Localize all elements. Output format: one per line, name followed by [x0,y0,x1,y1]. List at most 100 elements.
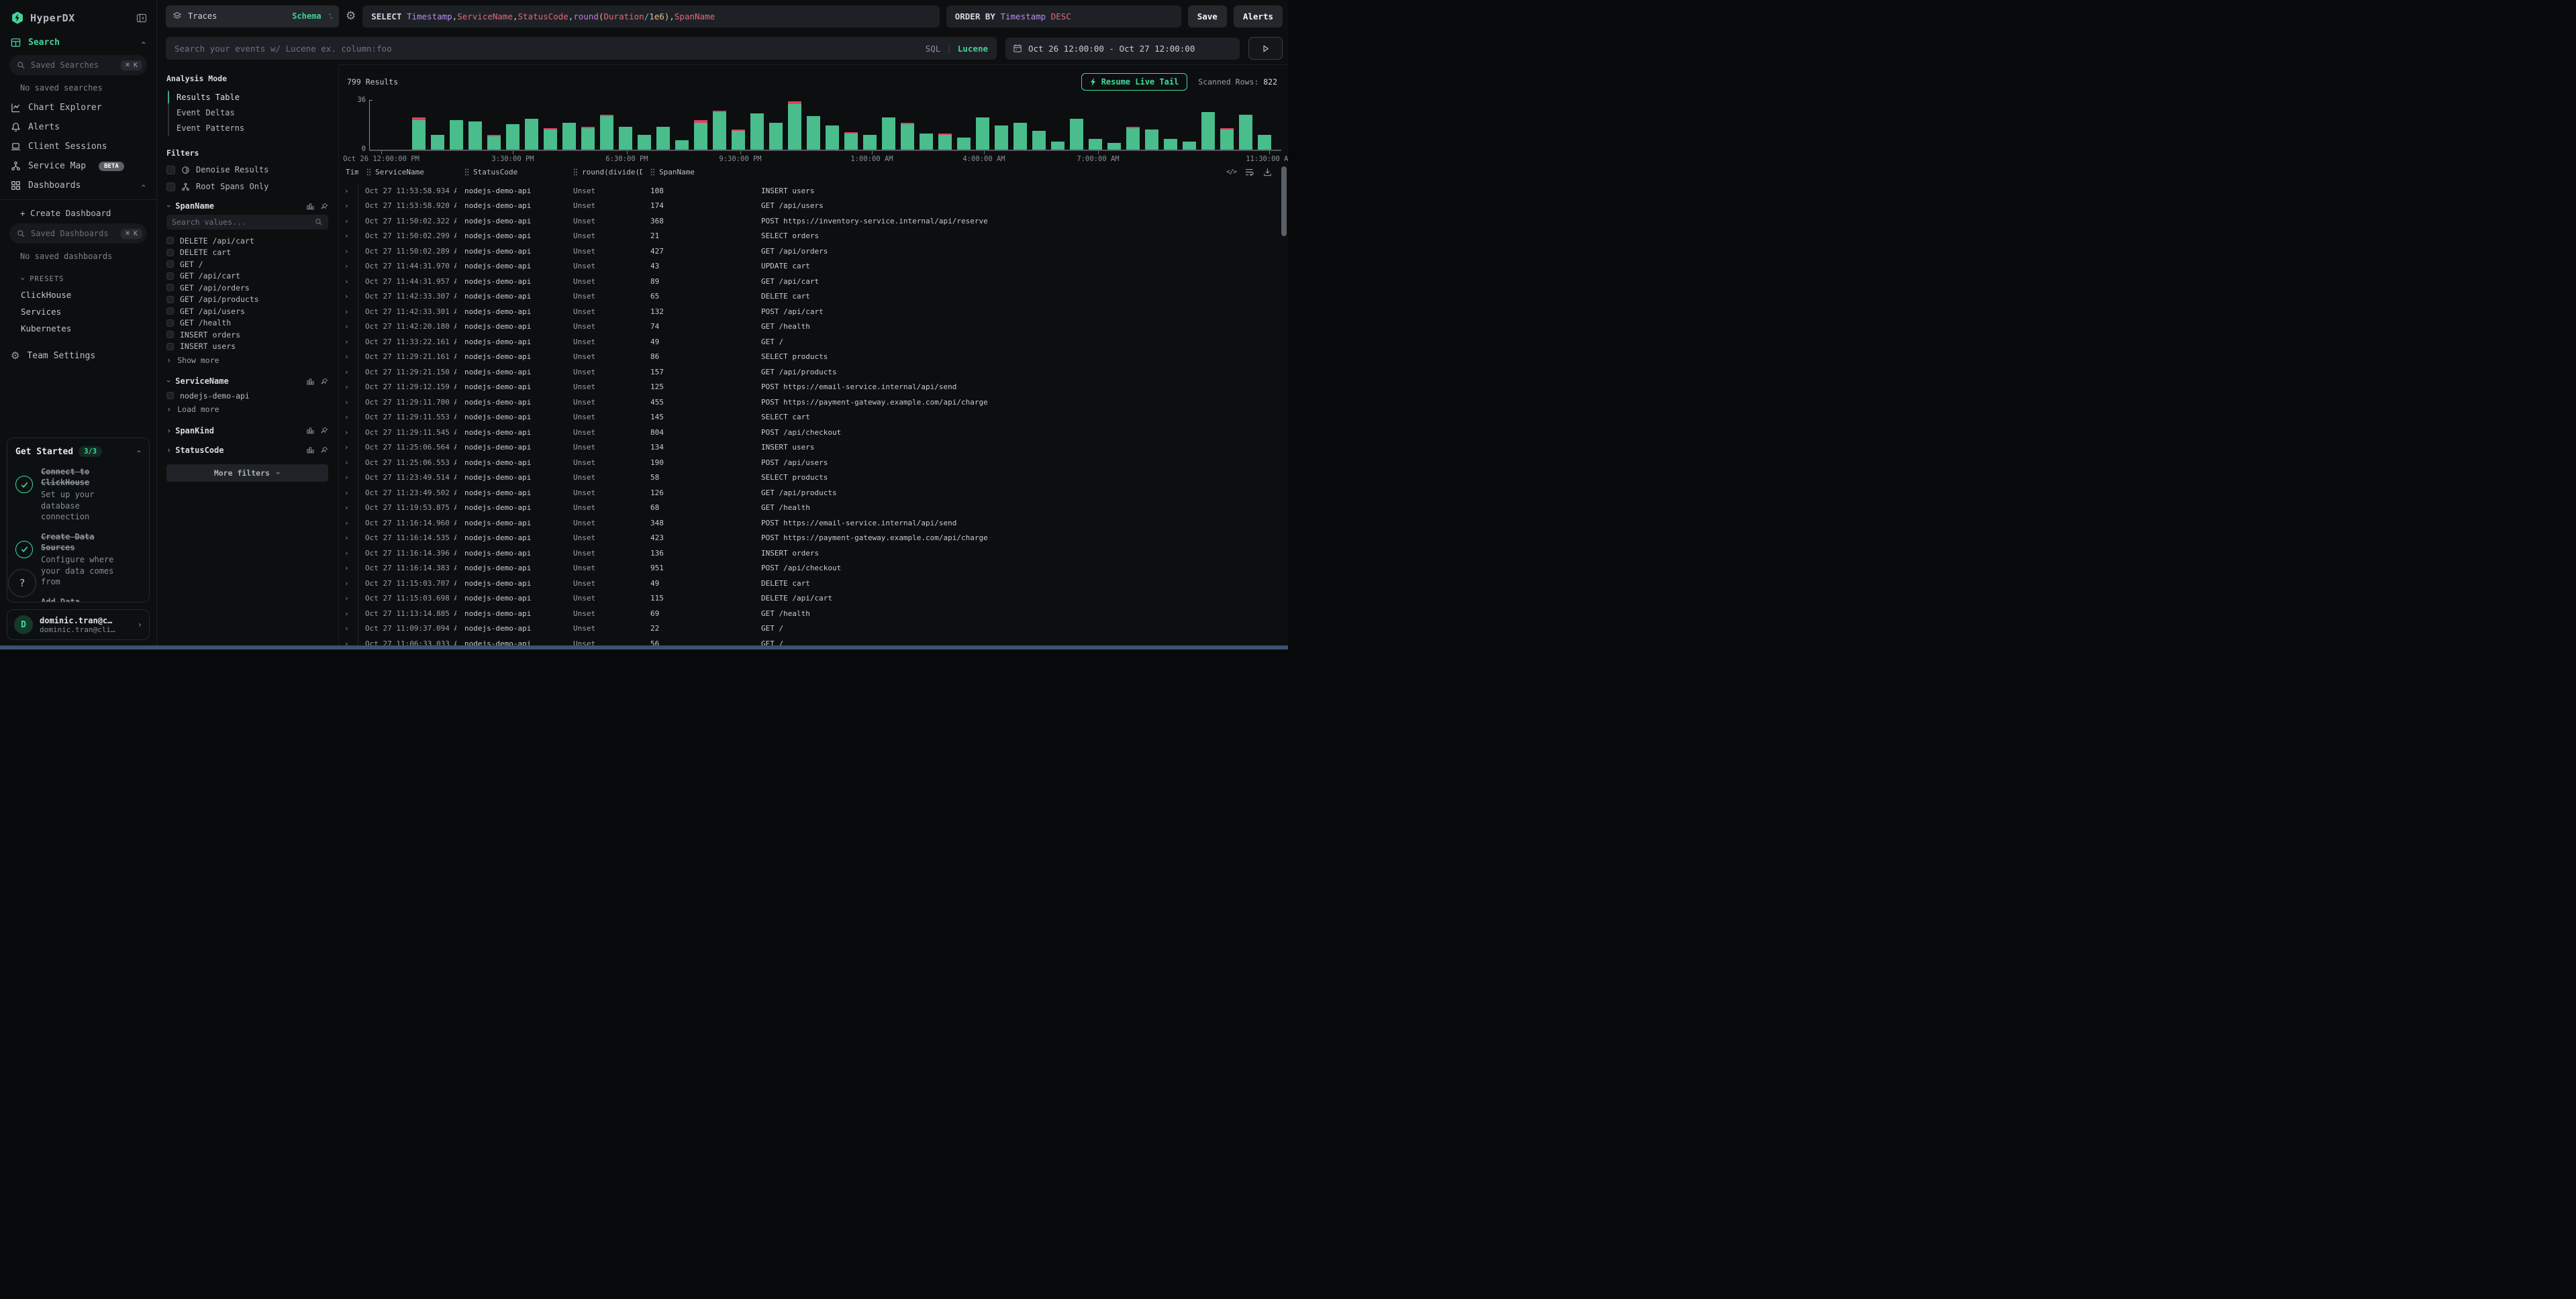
save-button[interactable]: Save [1188,5,1227,28]
table-row[interactable]: ›Oct 27 11:42:20.180 AMnodejs-demo-apiUn… [339,319,1288,335]
expand-row-icon[interactable]: › [339,274,358,289]
expand-row-icon[interactable]: › [339,591,358,607]
expand-row-icon[interactable]: › [339,470,358,486]
table-row[interactable]: ›Oct 27 11:29:21.150 AMnodejs-demo-apiUn… [339,364,1288,380]
load-more-link[interactable]: › Load more [166,403,338,416]
pin-icon[interactable] [321,203,328,210]
filter-value-item[interactable]: GET /api/cart [166,270,338,282]
expand-row-icon[interactable]: › [339,606,358,621]
resume-live-tail-button[interactable]: Resume Live Tail [1081,73,1188,91]
mode-sql[interactable]: SQL [926,44,941,54]
filter-group-statuscode[interactable]: › StatusCode [166,446,338,455]
help-button[interactable]: ? [8,569,36,597]
filter-value-item[interactable]: INSERT users [166,341,338,353]
table-row[interactable]: ›Oct 27 11:29:11.553 AMnodejs-demo-apiUn… [339,410,1288,425]
table-row[interactable]: ›Oct 27 11:09:37.094 AMnodejs-demo-apiUn… [339,621,1288,637]
filter-group-spanname[interactable]: › SpanName [166,201,338,211]
wrap-lines-icon[interactable] [1245,168,1254,176]
expand-row-icon[interactable]: › [339,350,358,365]
sidebar-item-client-sessions[interactable]: Client Sessions [0,137,156,156]
sidebar-item-team-settings[interactable]: ⚙ Team Settings [0,346,156,366]
filter-value-item[interactable]: GET /api/users [166,305,338,317]
table-row[interactable]: ›Oct 27 11:29:21.161 AMnodejs-demo-apiUn… [339,350,1288,365]
events-histogram[interactable]: 36 0 Oct 26 12:00:00 PM3:30:00 PM6:30:00… [339,98,1288,163]
chevron-up-icon[interactable]: › [134,449,143,454]
expand-row-icon[interactable]: › [339,304,358,319]
select-clause-input[interactable]: SELECT Timestamp,ServiceName,StatusCode,… [362,5,939,28]
table-row[interactable]: ›Oct 27 11:50:02.289 AMnodejs-demo-apiUn… [339,244,1288,259]
table-row[interactable]: ›Oct 27 11:15:03.707 AMnodejs-demo-apiUn… [339,576,1288,591]
drag-handle-icon[interactable] [366,168,371,176]
filter-value-item[interactable]: GET /health [166,317,338,329]
filter-value-item[interactable]: DELETE /api/cart [166,235,338,247]
checkbox[interactable] [166,296,174,303]
expand-row-icon[interactable]: › [339,531,358,546]
saved-searches-input[interactable]: Saved Searches ⌘ K [9,55,147,75]
saved-dashboards-input[interactable]: Saved Dashboards ⌘ K [9,223,147,244]
checkbox[interactable] [166,319,174,327]
sidebar-item-chart-explorer[interactable]: Chart Explorer [0,98,156,117]
source-select[interactable]: Traces Schema ›› [166,5,339,28]
expand-row-icon[interactable]: › [339,455,358,470]
mode-lucene[interactable]: Lucene [958,44,988,54]
expand-row-icon[interactable]: › [339,395,358,410]
checkbox[interactable] [166,272,174,280]
table-row[interactable]: ›Oct 27 11:16:14.535 AMnodejs-demo-apiUn… [339,531,1288,546]
table-row[interactable]: ›Oct 27 11:42:33.307 AMnodejs-demo-apiUn… [339,289,1288,305]
table-row[interactable]: ›Oct 27 11:16:14.383 AMnodejs-demo-apiUn… [339,561,1288,576]
order-by-input[interactable]: ORDER BY Timestamp DESC [946,5,1181,28]
chevron-up-icon[interactable]: › [138,40,148,45]
expand-row-icon[interactable]: › [339,244,358,259]
spanname-search-input[interactable]: Search values... [166,215,328,229]
table-row[interactable]: ›Oct 27 11:29:11.545 AMnodejs-demo-apiUn… [339,425,1288,440]
expand-row-icon[interactable]: › [339,319,358,335]
expand-row-icon[interactable]: › [339,621,358,637]
checkbox[interactable] [166,249,174,256]
column-header[interactable]: Timestamp (Local)↓ [339,168,358,176]
preset-dashboard-item[interactable]: Kubernetes [0,320,156,337]
filter-value-item[interactable]: GET /api/orders [166,282,338,294]
analysis-mode-item[interactable]: Event Patterns [169,121,338,136]
sidebar-item-alerts[interactable]: Alerts [0,117,156,137]
expand-row-icon[interactable]: › [339,289,358,305]
filter-group-servicename[interactable]: › ServiceName [166,376,338,386]
table-row[interactable]: ›Oct 27 11:44:31.957 AMnodejs-demo-apiUn… [339,274,1288,289]
sidebar-item-search[interactable]: Search › [0,33,156,52]
filter-group-spankind[interactable]: › SpanKind [166,426,338,435]
expand-row-icon[interactable]: › [339,515,358,531]
table-row[interactable]: ›Oct 27 11:23:49.514 AMnodejs-demo-apiUn… [339,470,1288,486]
expand-row-icon[interactable]: › [339,485,358,501]
filter-value-item[interactable]: GET / [166,258,338,270]
download-icon[interactable] [1263,168,1272,176]
pin-icon[interactable] [321,446,328,454]
get-started-step[interactable]: Connect to ClickHouseSet up your databas… [15,466,141,522]
table-row[interactable]: ›Oct 27 11:25:06.564 AMnodejs-demo-apiUn… [339,440,1288,456]
checkbox[interactable] [166,284,174,291]
source-settings-gear-icon[interactable]: ⚙ [346,11,356,22]
table-row[interactable]: ›Oct 27 11:50:02.299 AMnodejs-demo-apiUn… [339,229,1288,244]
horizontal-scrollbar[interactable] [0,645,1288,650]
checkbox[interactable] [166,343,174,350]
expand-row-icon[interactable]: › [339,213,358,229]
drag-handle-icon[interactable] [464,168,469,176]
table-row[interactable]: ›Oct 27 11:33:22.161 AMnodejs-demo-apiUn… [339,334,1288,350]
table-row[interactable]: ›Oct 27 11:25:06.553 AMnodejs-demo-apiUn… [339,455,1288,470]
preset-dashboard-item[interactable]: Services [0,303,156,320]
collapse-sidebar-icon[interactable] [136,13,147,23]
checkbox[interactable] [166,392,174,399]
table-row[interactable]: ›Oct 27 11:53:58.920 AMnodejs-demo-apiUn… [339,199,1288,214]
table-row[interactable]: ›Oct 27 11:23:49.502 AMnodejs-demo-apiUn… [339,485,1288,501]
drag-handle-icon[interactable] [573,168,578,176]
show-more-link[interactable]: › Show more [166,354,338,366]
vertical-scrollbar[interactable] [1281,166,1287,236]
table-row[interactable]: ›Oct 27 11:29:11.700 AMnodejs-demo-apiUn… [339,395,1288,410]
preset-dashboard-item[interactable]: ClickHouse [0,287,156,303]
analysis-mode-item[interactable]: Results Table [169,90,338,105]
analysis-mode-item[interactable]: Event Deltas [169,105,338,121]
expand-row-icon[interactable]: › [339,380,358,395]
sidebar-item-dashboards[interactable]: Dashboards › [0,176,156,195]
chart-filter-icon[interactable] [307,203,314,210]
table-row[interactable]: ›Oct 27 11:44:31.970 AMnodejs-demo-apiUn… [339,259,1288,274]
drag-handle-icon[interactable] [650,168,655,176]
filter-value-item[interactable]: DELETE cart [166,247,338,259]
